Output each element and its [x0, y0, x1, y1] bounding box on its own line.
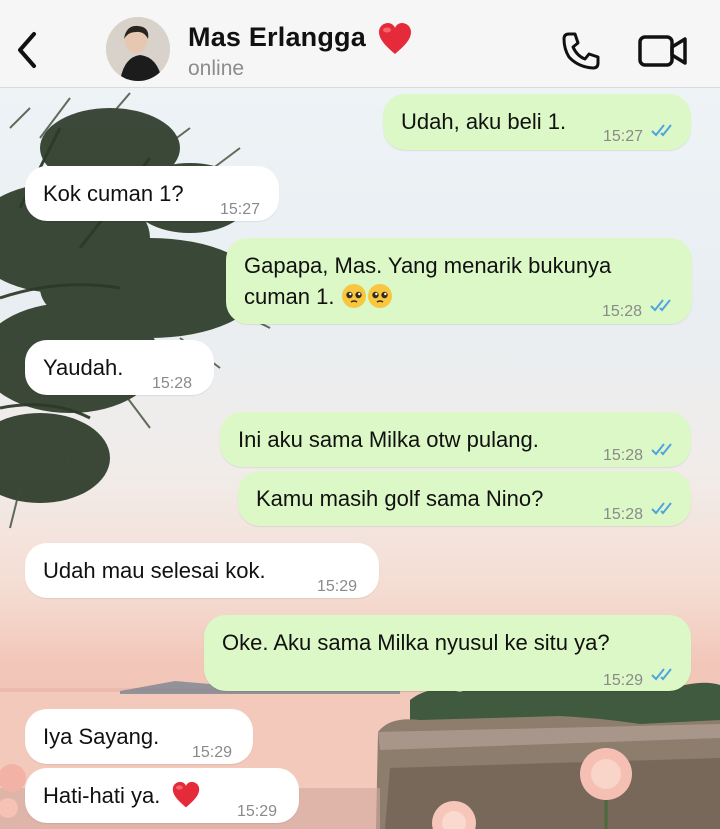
message-text: Udah, aku beli 1. [401, 109, 567, 134]
message-time: 15:29 [237, 803, 278, 820]
message-text-wrap: Hati-hati ya. [43, 780, 201, 811]
contact-avatar[interactable] [106, 17, 170, 81]
message-bubble-incoming[interactable]: Kok cuman 1? 15:27 [25, 166, 279, 221]
red-heart-icon [377, 22, 413, 56]
message-text-line2: cuman 1. [244, 281, 393, 312]
contact-status: online [188, 57, 245, 80]
message-time: 15:29 [192, 744, 233, 761]
read-ticks-icon [651, 502, 672, 515]
message-bubble-incoming[interactable]: Yaudah. 15:28 [25, 340, 214, 395]
message-text: Oke. Aku sama Milka nyusul ke situ ya? [222, 630, 610, 655]
message-text: Ini aku sama Milka otw pulang. [238, 427, 539, 452]
message-bubble-incoming[interactable]: Hati-hati ya. 15:29 [25, 768, 299, 823]
message-time: 15:29 [603, 672, 644, 689]
message-bubble-outgoing[interactable]: Kamu masih golf sama Nino? 15:28 [238, 471, 691, 526]
message-text: Udah mau selesai kok. [43, 558, 266, 583]
message-text: Kok cuman 1? [43, 181, 184, 206]
message-time: 15:27 [220, 201, 261, 218]
message-bubble-incoming[interactable]: Iya Sayang. 15:29 [25, 709, 253, 764]
video-camera-icon [638, 35, 687, 67]
read-ticks-icon [651, 443, 672, 456]
message-time: 15:28 [603, 447, 644, 464]
message-bubble-outgoing[interactable]: Udah, aku beli 1. 15:27 [383, 94, 691, 150]
contact-name[interactable]: Mas Erlangga [188, 22, 366, 53]
chevron-left-icon [18, 32, 36, 68]
message-bubble-outgoing[interactable]: Oke. Aku sama Milka nyusul ke situ ya? 1… [204, 615, 691, 691]
message-text: Gapapa, Mas. Yang menarik bukunya [244, 253, 612, 278]
read-ticks-icon [651, 668, 672, 681]
message-time: 15:29 [317, 578, 358, 595]
chat-header: Mas Erlangga online [0, 0, 720, 88]
message-text: Yaudah. [43, 355, 124, 380]
video-call-button[interactable] [638, 34, 688, 68]
phone-icon [562, 32, 600, 70]
red-heart-icon [172, 781, 199, 808]
back-button[interactable] [14, 30, 42, 70]
avatar-photo [106, 17, 170, 81]
message-bubble-outgoing[interactable]: Ini aku sama Milka otw pulang. 15:28 [220, 412, 691, 467]
voice-call-button[interactable] [560, 30, 602, 72]
message-text: Kamu masih golf sama Nino? [256, 486, 544, 511]
message-bubble-outgoing[interactable]: Gapapa, Mas. Yang menarik bukunya cuman … [226, 238, 692, 324]
message-text: Hati-hati ya. [43, 783, 161, 808]
message-time: 15:28 [603, 506, 644, 523]
message-bubble-incoming[interactable]: Udah mau selesai kok. 15:29 [25, 543, 379, 598]
read-ticks-icon [651, 124, 672, 137]
message-time: 15:28 [152, 375, 193, 392]
read-ticks-icon [650, 299, 671, 312]
message-text: Iya Sayang. [43, 724, 160, 749]
pleading-face-icon [367, 284, 392, 308]
message-time: 15:27 [603, 128, 644, 145]
message-time: 15:28 [602, 303, 643, 320]
message-list[interactable]: Udah, aku beli 1. 15:27 Kok cuman 1? 15:… [0, 88, 720, 829]
pleading-face-icon [341, 284, 366, 308]
